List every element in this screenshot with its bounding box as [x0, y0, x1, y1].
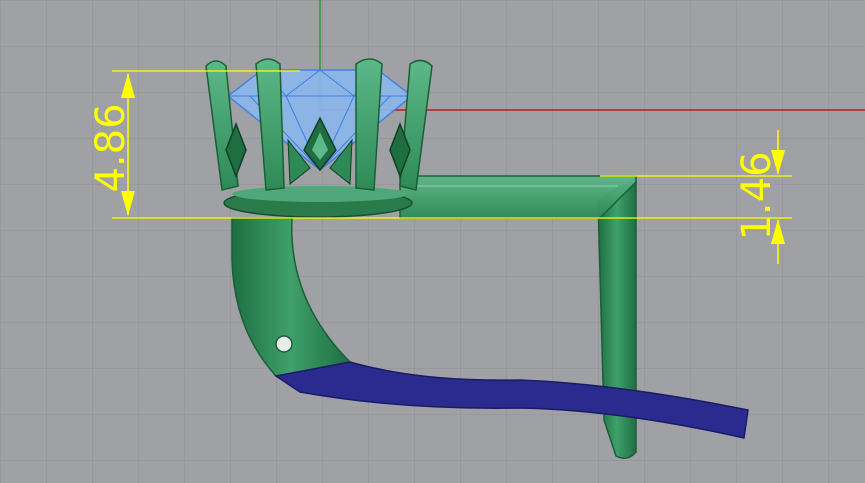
dimension-label-thickness: 1.46 [734, 151, 780, 240]
3d-viewport[interactable]: 4.86 1.46 [0, 0, 865, 483]
ring-shank-top[interactable] [399, 175, 637, 219]
setting-base-top [232, 186, 408, 202]
dimension-label-height: 4.86 [88, 103, 134, 192]
shank-hole [275, 335, 293, 353]
